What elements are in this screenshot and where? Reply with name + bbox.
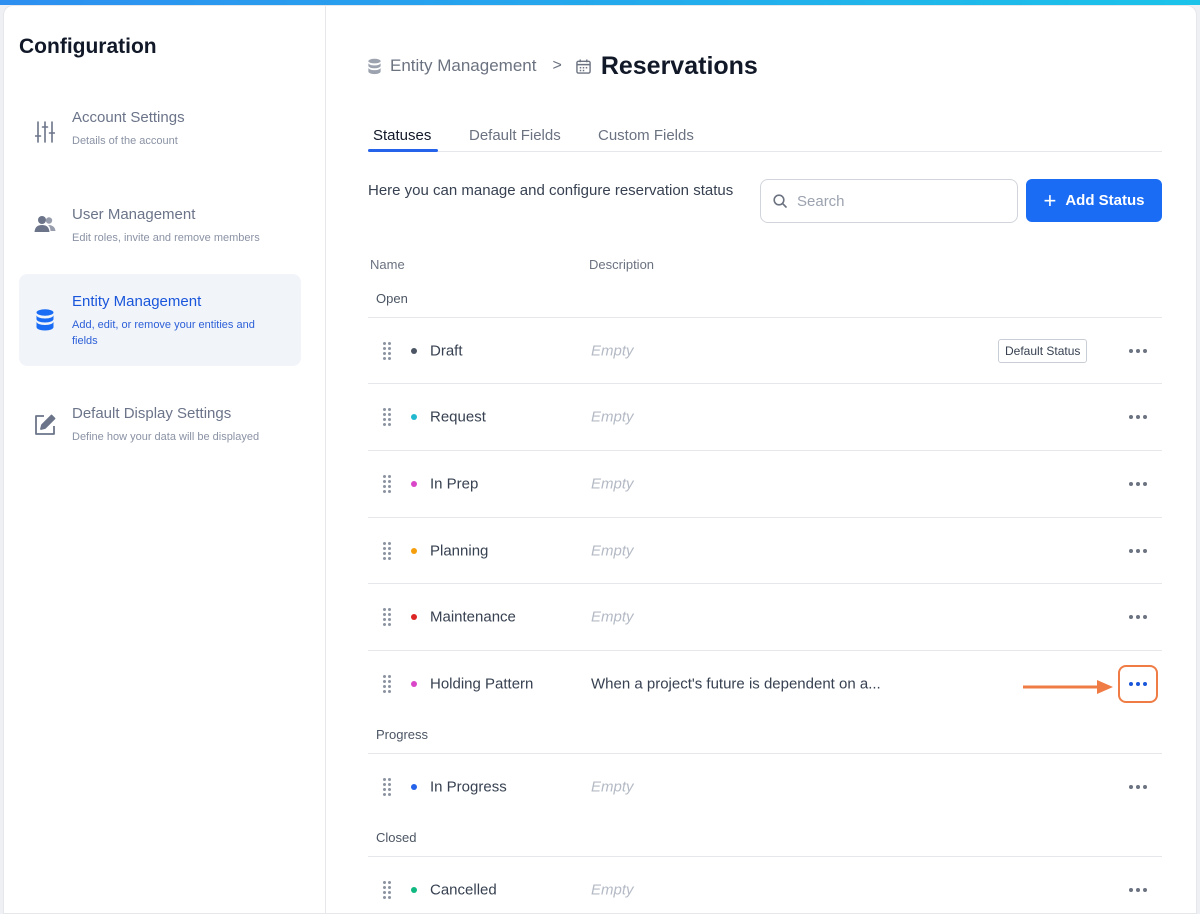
status-color-dot <box>411 613 417 620</box>
tab-bar: Statuses Default Fields Custom Fields <box>368 118 1162 152</box>
breadcrumb-parent[interactable]: Entity Management <box>368 56 536 76</box>
status-color-dot <box>411 347 417 354</box>
drag-handle-icon[interactable] <box>382 880 392 900</box>
plus-icon: + <box>1043 187 1057 213</box>
status-description: Empty <box>591 608 634 625</box>
table-row: Planning Empty <box>368 517 1162 583</box>
table-row: Maintenance Empty <box>368 583 1162 649</box>
sidebar-item-label: Entity Management <box>72 293 202 310</box>
sidebar-item-entity-management[interactable]: Entity Management Add, edit, or remove y… <box>19 274 301 366</box>
column-header-description: Description <box>589 257 655 272</box>
sidebar: Configuration Account Settings Details o… <box>4 6 326 913</box>
more-options-icon[interactable] <box>1120 467 1156 501</box>
sliders-icon <box>33 120 57 144</box>
sidebar-item-account-settings[interactable]: Account Settings Details of the account <box>19 86 301 178</box>
more-options-icon[interactable] <box>1120 873 1156 907</box>
sidebar-item-desc: Define how your data will be displayed <box>72 431 260 443</box>
table-row: Cancelled Empty <box>368 856 1162 913</box>
search-icon <box>773 194 787 208</box>
status-color-dot <box>411 680 417 687</box>
drag-handle-icon[interactable] <box>382 607 392 627</box>
group-label-open: Open <box>376 291 408 306</box>
breadcrumb: Entity Management > Reservations <box>368 50 758 82</box>
page-description: Here you can manage and configure reserv… <box>368 182 734 199</box>
add-status-button[interactable]: + Add Status <box>1026 179 1162 222</box>
status-color-dot <box>411 413 417 420</box>
status-color-dot <box>411 480 417 487</box>
users-icon <box>33 212 57 236</box>
status-color-dot <box>411 547 417 554</box>
status-name: Maintenance <box>430 608 516 625</box>
main-content: Entity Management > Reservations Statuse… <box>326 6 1196 913</box>
status-name: Planning <box>430 542 489 559</box>
edit-icon <box>33 413 57 437</box>
sidebar-title: Configuration <box>19 35 157 58</box>
sidebar-item-desc: Edit roles, invite and remove members <box>72 232 260 244</box>
table-row: In Progress Empty <box>368 753 1162 819</box>
status-name: Draft <box>430 342 463 359</box>
status-description: Empty <box>591 881 634 898</box>
sidebar-item-label: Default Display Settings <box>72 405 232 422</box>
database-icon <box>368 58 381 74</box>
page-title: Reservations <box>576 52 758 81</box>
status-name: Cancelled <box>430 881 497 898</box>
group-label-closed: Closed <box>376 830 417 845</box>
page-title-label: Reservations <box>600 51 758 80</box>
status-description: Empty <box>591 778 634 795</box>
default-status-badge: Default Status <box>998 338 1088 363</box>
more-options-icon[interactable] <box>1118 664 1158 703</box>
sidebar-item-desc: Details of the account <box>72 135 178 147</box>
sidebar-item-label: User Management <box>72 206 196 223</box>
sidebar-item-label: Account Settings <box>72 109 185 126</box>
add-status-label: Add Status <box>1065 192 1145 209</box>
sidebar-item-default-display-settings[interactable]: Default Display Settings Define how your… <box>19 379 301 471</box>
column-header-name: Name <box>370 257 405 272</box>
status-color-dot <box>411 783 417 790</box>
status-description: Empty <box>591 475 634 492</box>
status-description: When a project's future is dependent on … <box>591 675 881 692</box>
breadcrumb-parent-label: Entity Management <box>390 56 537 75</box>
sidebar-item-desc: Add, edit, or remove your entities and f… <box>72 319 255 347</box>
more-options-icon[interactable] <box>1120 600 1156 634</box>
more-options-icon[interactable] <box>1120 400 1156 434</box>
search-input[interactable] <box>797 192 997 210</box>
status-description: Empty <box>591 342 634 359</box>
status-color-dot <box>411 886 417 893</box>
status-name: Holding Pattern <box>430 675 534 692</box>
table-row: In Prep Empty <box>368 450 1162 516</box>
search-box <box>760 179 1018 223</box>
app-window: Configuration Account Settings Details o… <box>3 5 1197 914</box>
table-row: Request Empty <box>368 383 1162 449</box>
more-options-icon[interactable] <box>1120 334 1156 368</box>
table-row: Draft Empty Default Status <box>368 317 1162 383</box>
more-options-icon[interactable] <box>1120 770 1156 804</box>
group-label-progress: Progress <box>376 727 429 742</box>
more-options-icon[interactable] <box>1120 534 1156 568</box>
tab-custom-fields[interactable]: Custom Fields <box>598 127 694 144</box>
database-icon <box>33 308 57 332</box>
pointer-arrow-icon <box>1023 680 1113 694</box>
drag-handle-icon[interactable] <box>382 777 392 797</box>
status-name: In Prep <box>430 475 479 492</box>
calendar-icon <box>576 58 591 74</box>
drag-handle-icon[interactable] <box>382 674 392 694</box>
status-name: Request <box>430 408 486 425</box>
status-description: Empty <box>591 542 634 559</box>
active-tab-indicator <box>368 149 438 152</box>
drag-handle-icon[interactable] <box>382 474 392 494</box>
sidebar-item-user-management[interactable]: User Management Edit roles, invite and r… <box>19 178 301 270</box>
drag-handle-icon[interactable] <box>382 341 392 361</box>
drag-handle-icon[interactable] <box>382 407 392 427</box>
drag-handle-icon[interactable] <box>382 541 392 561</box>
chevron-right-icon: > <box>552 57 562 74</box>
status-name: In Progress <box>430 778 507 795</box>
tab-statuses[interactable]: Statuses <box>373 127 431 144</box>
tab-default-fields[interactable]: Default Fields <box>469 127 561 144</box>
status-description: Empty <box>591 408 634 425</box>
